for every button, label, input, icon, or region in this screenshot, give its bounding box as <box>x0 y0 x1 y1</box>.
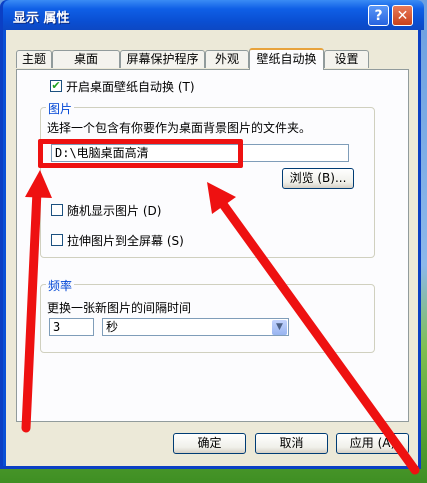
left-arrow-shaft <box>21 186 42 433</box>
tab-auto-wallpaper[interactable]: 壁纸自动换 <box>249 48 324 70</box>
left-arrow-head <box>25 170 52 198</box>
annotation-arrows <box>21 170 420 475</box>
right-arrow-shaft <box>215 195 420 475</box>
